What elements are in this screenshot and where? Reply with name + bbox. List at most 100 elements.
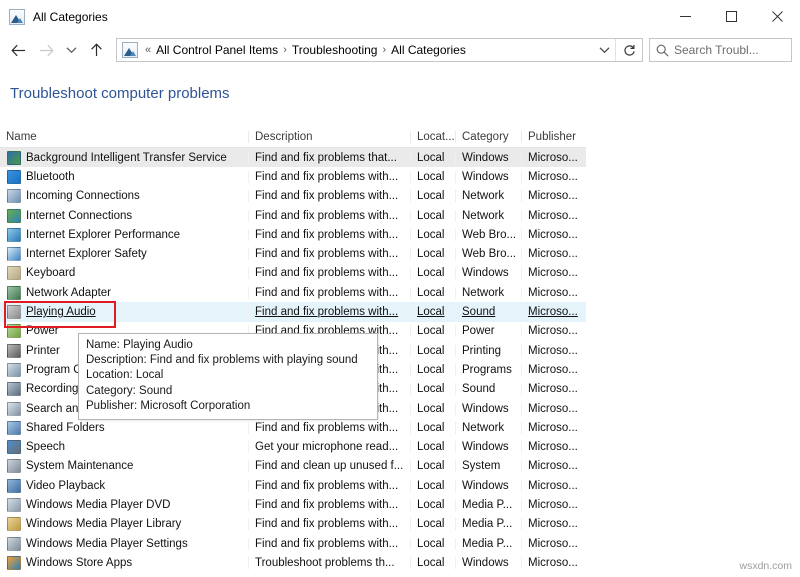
cell-location: Local bbox=[410, 190, 455, 202]
cell-location: Local bbox=[410, 248, 455, 260]
table-row[interactable]: Shared FoldersFind and fix problems with… bbox=[0, 418, 586, 437]
column-header-name[interactable]: Name bbox=[0, 131, 248, 143]
cell-publisher: Microso... bbox=[521, 306, 586, 318]
table-row[interactable]: Windows Store AppsTroubleshoot problems … bbox=[0, 553, 586, 572]
cell-category: Media P... bbox=[455, 538, 521, 550]
cell-publisher: Microso... bbox=[521, 460, 586, 472]
table-row[interactable]: BluetoothFind and fix problems with...Lo… bbox=[0, 167, 586, 186]
breadcrumb-overflow-prefix[interactable]: « bbox=[142, 44, 154, 56]
table-row[interactable]: SpeechGet your microphone read...LocalWi… bbox=[0, 437, 586, 456]
minimize-button[interactable] bbox=[662, 0, 708, 33]
wmp-library-icon bbox=[7, 517, 21, 531]
title-bar-left: All Categories bbox=[0, 9, 108, 25]
cell-description: Find and fix problems with... bbox=[248, 267, 410, 279]
table-row[interactable]: Playing AudioFind and fix problems with.… bbox=[0, 302, 586, 321]
printer-icon bbox=[7, 344, 21, 358]
system-maintenance-icon bbox=[7, 459, 21, 473]
keyboard-icon bbox=[7, 266, 21, 280]
playing-audio-icon bbox=[7, 305, 21, 319]
breadcrumb-item-all-control-panel-items[interactable]: All Control Panel Items bbox=[154, 43, 280, 57]
table-row[interactable]: Windows Media Player LibraryFind and fix… bbox=[0, 515, 586, 534]
cell-category: Web Bro... bbox=[455, 229, 521, 241]
cell-name: Internet Explorer Performance bbox=[0, 228, 248, 242]
address-bar[interactable]: « All Control Panel Items › Troubleshoot… bbox=[116, 38, 643, 62]
cell-publisher: Microso... bbox=[521, 422, 586, 434]
up-arrow-icon[interactable] bbox=[82, 36, 110, 64]
cell-name: Bluetooth bbox=[0, 170, 248, 184]
tooltip-line-description: Description: Find and fix problems with … bbox=[86, 353, 371, 368]
close-button[interactable] bbox=[754, 0, 800, 33]
table-row[interactable]: System MaintenanceFind and clean up unus… bbox=[0, 457, 586, 476]
cell-category: Windows bbox=[455, 441, 521, 453]
cell-name: Video Playback bbox=[0, 479, 248, 493]
back-arrow-icon[interactable] bbox=[4, 36, 32, 64]
table-row[interactable]: Incoming ConnectionsFind and fix problem… bbox=[0, 187, 586, 206]
maximize-button[interactable] bbox=[708, 0, 754, 33]
row-label: Background Intelligent Transfer Service bbox=[26, 152, 227, 164]
tooltip-line-publisher: Publisher: Microsoft Corporation bbox=[86, 399, 371, 414]
column-header-location[interactable]: Locat... bbox=[410, 131, 455, 143]
column-header-description[interactable]: Description bbox=[248, 131, 410, 143]
cell-description: Find and fix problems with... bbox=[248, 306, 410, 318]
cell-location: Local bbox=[410, 267, 455, 279]
window-controls bbox=[662, 0, 800, 33]
cell-location: Local bbox=[410, 460, 455, 472]
cell-publisher: Microso... bbox=[521, 190, 586, 202]
breadcrumb-separator[interactable]: › bbox=[379, 44, 389, 56]
cell-description: Find and fix problems with... bbox=[248, 422, 410, 434]
table-row[interactable]: Internet Connections Find and fix problem… bbox=[0, 206, 586, 225]
row-label: Internet Explorer Performance bbox=[26, 229, 180, 241]
ie-performance-icon bbox=[7, 228, 21, 242]
table-row[interactable]: Network AdapterFind and fix problems wit… bbox=[0, 283, 586, 302]
cell-location: Local bbox=[410, 538, 455, 550]
cell-location: Local bbox=[410, 441, 455, 453]
bluetooth-icon bbox=[7, 170, 21, 184]
cell-publisher: Microso... bbox=[521, 441, 586, 453]
cell-location: Local bbox=[410, 557, 455, 569]
table-row[interactable]: KeyboardFind and fix problems with...Loc… bbox=[0, 264, 586, 283]
table-row[interactable]: Windows Media Player DVDFind and fix pro… bbox=[0, 495, 586, 514]
cell-location: Local bbox=[410, 287, 455, 299]
cell-category: Windows bbox=[455, 267, 521, 279]
table-row[interactable]: Internet Explorer PerformanceFind and fi… bbox=[0, 225, 586, 244]
control-panel-icon bbox=[9, 9, 25, 25]
table-row[interactable]: Background Intelligent Transfer ServiceF… bbox=[0, 148, 586, 167]
breadcrumb-item-all-categories[interactable]: All Categories bbox=[389, 43, 468, 57]
cell-location: Local bbox=[410, 422, 455, 434]
cell-category: Windows bbox=[455, 557, 521, 569]
column-header-publisher[interactable]: Publisher bbox=[521, 131, 586, 143]
cell-description: Find and fix problems with... bbox=[248, 210, 410, 222]
row-label: Bluetooth bbox=[26, 171, 75, 183]
recent-locations-chevron-down-icon[interactable] bbox=[60, 36, 82, 64]
cell-description: Find and clean up unused f... bbox=[248, 460, 410, 472]
row-label: Windows Store Apps bbox=[26, 557, 132, 569]
row-label: Internet Connections bbox=[26, 210, 132, 222]
breadcrumb-item-troubleshooting[interactable]: Troubleshooting bbox=[290, 43, 380, 57]
breadcrumb-separator[interactable]: › bbox=[280, 44, 290, 56]
refresh-icon[interactable] bbox=[616, 39, 642, 61]
search-box[interactable]: Search Troubl... bbox=[649, 38, 792, 62]
program-compatibility-icon bbox=[7, 363, 21, 377]
address-chevron-down-icon[interactable] bbox=[593, 39, 615, 61]
cell-publisher: Microso... bbox=[521, 152, 586, 164]
cell-location: Local bbox=[410, 499, 455, 511]
cell-publisher: Microso... bbox=[521, 267, 586, 279]
cell-name: Speech bbox=[0, 440, 248, 454]
cell-publisher: Microso... bbox=[521, 538, 586, 550]
row-label: Printer bbox=[26, 345, 60, 357]
cell-location: Local bbox=[410, 229, 455, 241]
cell-category: Network bbox=[455, 190, 521, 202]
table-row[interactable]: Windows Media Player SettingsFind and fi… bbox=[0, 534, 586, 553]
window-title: All Categories bbox=[33, 10, 108, 24]
cell-location: Local bbox=[410, 171, 455, 183]
cell-publisher: Microso... bbox=[521, 287, 586, 299]
table-row[interactable]: Video PlaybackFind and fix problems with… bbox=[0, 476, 586, 495]
internet-connections-icon bbox=[7, 209, 21, 223]
column-header-category[interactable]: Category bbox=[455, 131, 521, 143]
row-label: Recording bbox=[26, 383, 78, 395]
cell-description: Find and fix problems with... bbox=[248, 287, 410, 299]
search-input-placeholder[interactable]: Search Troubl... bbox=[674, 43, 759, 57]
recording-audio-icon bbox=[7, 382, 21, 396]
table-row[interactable]: Internet Explorer SafetyFind and fix pro… bbox=[0, 244, 586, 263]
row-label: Windows Media Player Settings bbox=[26, 538, 188, 550]
